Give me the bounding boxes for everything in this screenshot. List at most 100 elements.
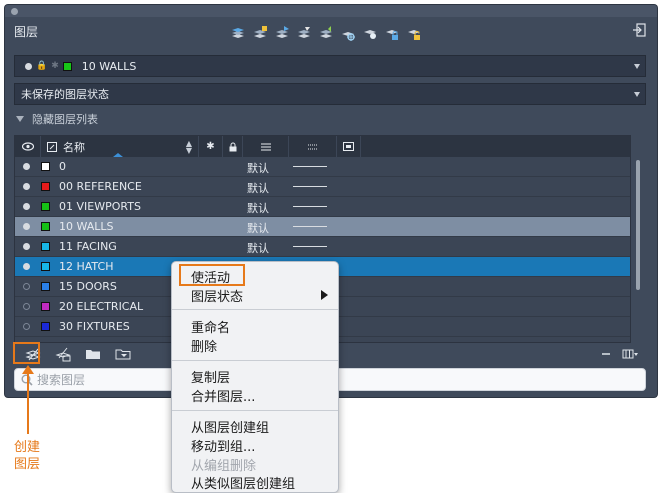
layer-off-icon[interactable] xyxy=(360,23,380,43)
layer-color-swatch[interactable] xyxy=(41,182,50,191)
col-lock[interactable] xyxy=(223,136,243,157)
current-layer-dropdown[interactable]: 🔒 ✱ 10 WALLS xyxy=(14,55,646,77)
layer-name: 00 REFERENCE xyxy=(59,180,142,193)
palette-title: 图层 xyxy=(14,25,39,39)
on-bulb-icon[interactable] xyxy=(23,243,30,250)
edit-icon xyxy=(47,141,57,152)
layer-isolate-icon[interactable] xyxy=(250,23,270,43)
layer-name: 30 FIXTURES xyxy=(59,320,130,333)
col-name-label: 名称 xyxy=(63,140,85,154)
palette-titlebar[interactable] xyxy=(5,5,657,17)
on-bulb-icon[interactable] xyxy=(23,223,30,230)
on-bulb-icon[interactable] xyxy=(23,163,30,170)
menu-item-layer-states[interactable]: 图层状态 xyxy=(191,286,243,305)
menu-item-remove-from-group: 从编组删除 xyxy=(191,459,257,474)
layer-color-swatch[interactable] xyxy=(41,262,50,271)
layer-color-swatch[interactable] xyxy=(41,322,50,331)
layer-freeze-icon[interactable] xyxy=(338,23,358,43)
menu-item-create-group[interactable]: 从图层创建组 xyxy=(191,417,269,436)
pin-icon[interactable] xyxy=(633,23,647,37)
layer-lineweight[interactable]: 默认 xyxy=(247,200,269,216)
layer-color-swatch[interactable] xyxy=(41,222,50,231)
layer-color-swatch[interactable] xyxy=(41,302,50,311)
table-row[interactable]: 0 默认 xyxy=(15,157,630,177)
col-name[interactable]: 名称 ▲ ▼ xyxy=(41,136,199,157)
new-group-folder-icon[interactable] xyxy=(85,346,101,362)
layer-name: 15 DOORS xyxy=(59,280,117,293)
plot-icon xyxy=(343,142,354,151)
linetype-preview[interactable] xyxy=(293,166,327,167)
submenu-arrow-icon xyxy=(321,290,328,300)
new-layer-highlight xyxy=(13,342,40,364)
table-row[interactable]: 11 FACING 默认 xyxy=(15,237,630,257)
columns-menu-icon[interactable] xyxy=(622,346,638,362)
layer-state-dropdown[interactable]: 未保存的图层状态 xyxy=(14,83,646,105)
chevron-down-icon xyxy=(634,64,640,69)
layer-toolbar xyxy=(228,23,424,43)
menu-item-merge-layers[interactable]: 合并图层... xyxy=(191,386,255,405)
menu-item-make-active[interactable]: 使活动 xyxy=(191,267,230,286)
on-bulb-icon[interactable] xyxy=(23,183,30,190)
layer-lineweight[interactable]: 默认 xyxy=(247,160,269,176)
linetype-preview[interactable] xyxy=(293,226,327,227)
layer-name: 10 WALLS xyxy=(59,220,114,233)
new-filter-folder-icon[interactable] xyxy=(115,346,131,362)
new-layer-vp-frozen-icon[interactable] xyxy=(55,346,71,362)
on-bulb-icon[interactable] xyxy=(23,303,30,310)
layer-match-icon[interactable] xyxy=(294,23,314,43)
callout-label: 创建 图层 xyxy=(14,439,54,473)
layer-previous-icon[interactable] xyxy=(316,23,336,43)
scrollbar-thumb[interactable] xyxy=(636,160,640,290)
linetype-preview[interactable] xyxy=(293,206,327,207)
menu-item-rename[interactable]: 重命名 xyxy=(191,317,230,336)
linetype-preview[interactable] xyxy=(293,246,327,247)
layer-name: 01 VIEWPORTS xyxy=(59,200,141,213)
on-bulb-icon[interactable] xyxy=(23,323,30,330)
current-layer-name: 10 WALLS xyxy=(81,59,137,73)
layer-state-value: 未保存的图层状态 xyxy=(21,88,109,101)
layer-color-swatch xyxy=(62,61,72,71)
close-dot-icon[interactable] xyxy=(11,8,18,15)
layer-color-swatch[interactable] xyxy=(41,242,50,251)
menu-item-delete[interactable]: 删除 xyxy=(191,336,217,355)
on-bulb-icon[interactable] xyxy=(23,283,30,290)
col-plot[interactable] xyxy=(337,136,361,157)
col-linetype[interactable] xyxy=(243,136,289,157)
layer-properties-icon[interactable] xyxy=(228,23,248,43)
layer-name: 0 xyxy=(59,160,66,173)
layer-color-swatch[interactable] xyxy=(41,162,50,171)
collapse-minus-icon[interactable] xyxy=(598,346,614,362)
layer-name: 12 HATCH xyxy=(59,260,114,273)
disclosure-triangle-icon xyxy=(16,116,24,122)
layer-name: 11 FACING xyxy=(59,240,117,253)
col-transparency[interactable] xyxy=(289,136,337,157)
layer-lineweight[interactable]: 默认 xyxy=(247,240,269,256)
layer-unisolate-icon[interactable] xyxy=(272,23,292,43)
sort-arrows-icon: ▲ ▼ xyxy=(185,138,192,155)
table-row[interactable]: 01 VIEWPORTS 默认 xyxy=(15,197,630,217)
layer-color-swatch[interactable] xyxy=(41,282,50,291)
on-bulb-icon[interactable] xyxy=(23,203,30,210)
col-freeze[interactable]: ✱ xyxy=(199,136,223,157)
layer-list-header: 名称 ▲ ▼ ✱ xyxy=(15,136,630,157)
callout-line xyxy=(27,372,29,434)
menu-item-duplicate[interactable]: 复制层 xyxy=(191,367,230,386)
linetype-preview[interactable] xyxy=(293,186,327,187)
chevron-down-icon xyxy=(634,92,640,97)
eye-icon xyxy=(21,142,34,151)
on-bulb-icon[interactable] xyxy=(23,263,30,270)
table-row[interactable]: 10 WALLS 默认 xyxy=(15,217,630,237)
col-visibility[interactable] xyxy=(15,136,41,157)
table-row[interactable]: 00 REFERENCE 默认 xyxy=(15,177,630,197)
menu-item-move-to-group[interactable]: 移动到组... xyxy=(191,436,255,455)
menu-item-group-similar[interactable]: 从类似图层创建组 xyxy=(191,473,295,492)
layer-lineweight[interactable]: 默认 xyxy=(247,220,269,236)
on-bulb-icon xyxy=(25,62,32,70)
layer-lineweight[interactable]: 默认 xyxy=(247,180,269,196)
context-menu: 使活动 图层状态 重命名 删除 复制层 合并图层... 从图层创建组 移动到组.… xyxy=(171,261,339,493)
layer-color-swatch[interactable] xyxy=(41,202,50,211)
layer-unlock-icon[interactable] xyxy=(404,23,424,43)
menu-separator xyxy=(172,360,338,361)
hidden-layer-list-toggle[interactable]: 隐藏图层列表 xyxy=(16,111,98,127)
layer-lock-icon[interactable] xyxy=(382,23,402,43)
